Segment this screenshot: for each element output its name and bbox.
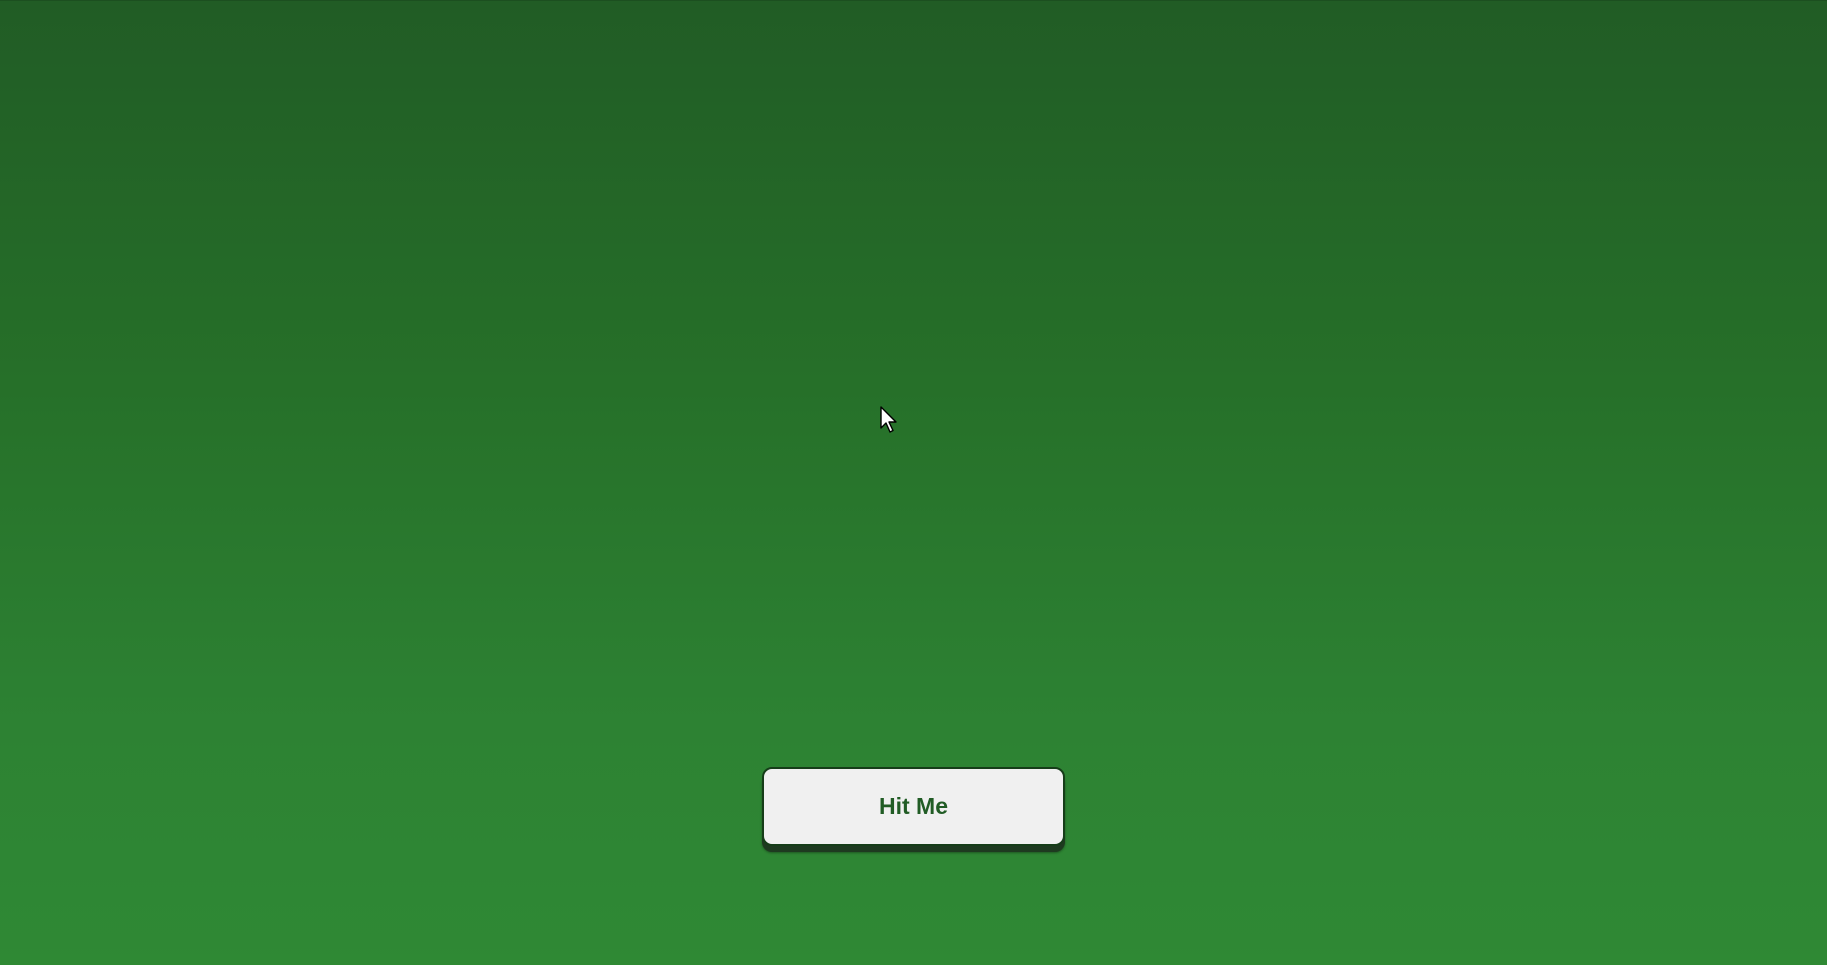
hit-me-button[interactable]: Hit Me (762, 767, 1065, 846)
game-table: Hit Me (0, 0, 1827, 965)
mouse-pointer-icon (880, 406, 897, 433)
